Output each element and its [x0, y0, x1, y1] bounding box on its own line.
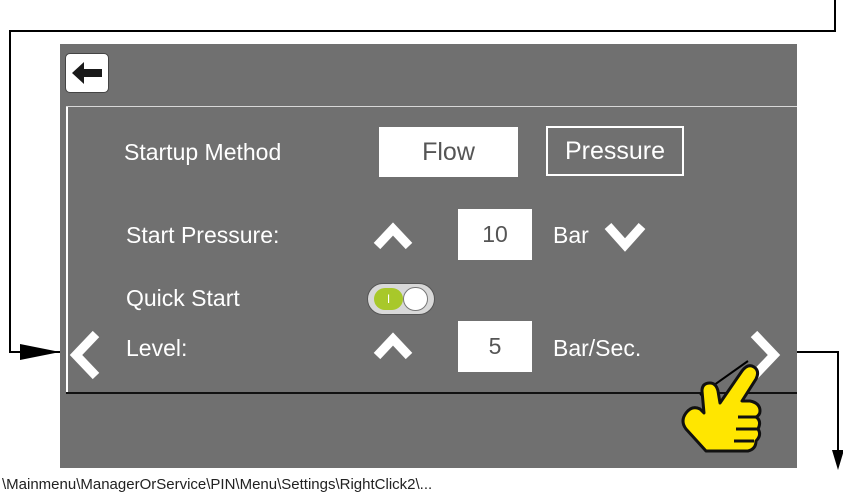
hand-pointer-icon	[681, 364, 762, 453]
breadcrumb-path: \Mainmenu\ManagerOrService\PIN\Menu\Sett…	[2, 476, 433, 493]
